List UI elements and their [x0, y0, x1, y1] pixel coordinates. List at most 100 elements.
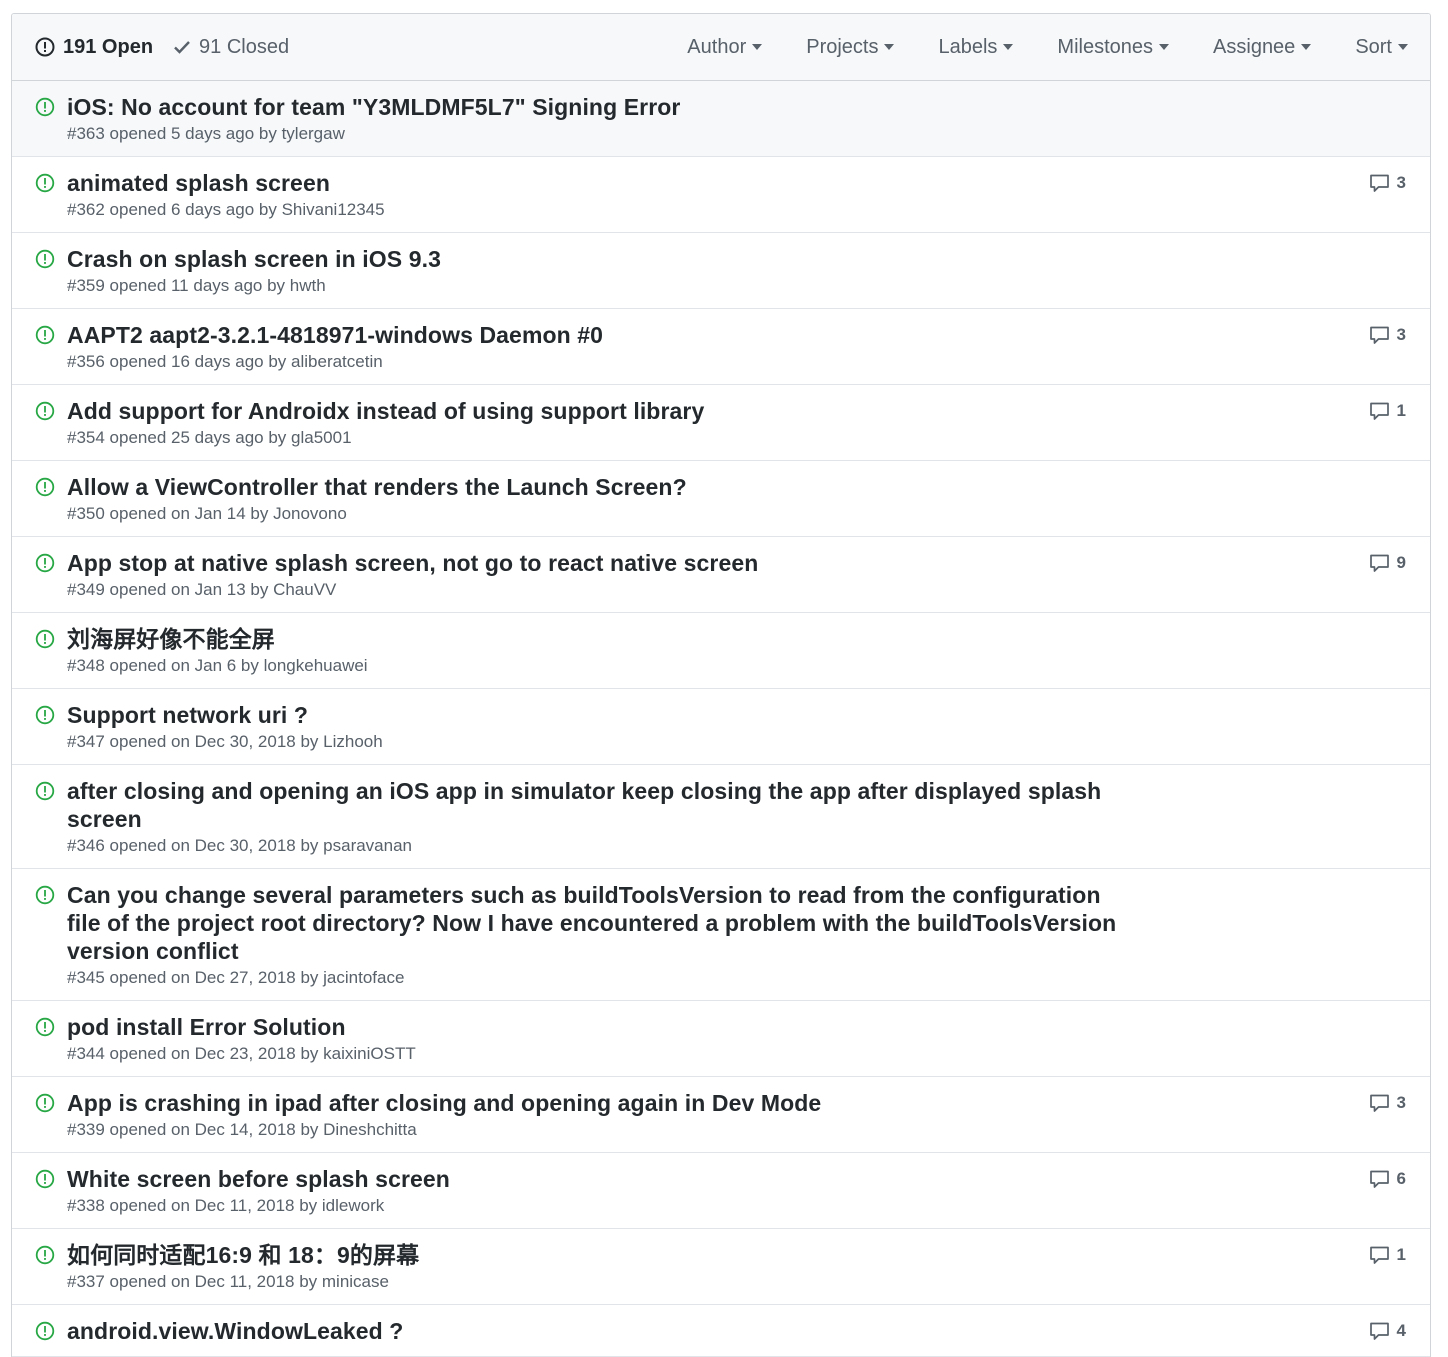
comments-link[interactable]: 3: [1369, 1093, 1406, 1113]
comments-link[interactable]: 6: [1369, 1169, 1406, 1189]
issue-opened-icon: [35, 249, 55, 269]
issue-meta: #339 opened on Dec 14, 2018 by Dineshchi…: [67, 1120, 417, 1139]
issue-main: animated splash screen #362 opened 6 days…: [67, 157, 1127, 232]
issue-main: AAPT2 aapt2-3.2.1-4818971-windows Daemon…: [67, 309, 1127, 384]
issue-meta: #349 opened on Jan 13 by ChauVV: [67, 580, 337, 599]
filter-assignee[interactable]: Assignee: [1213, 36, 1312, 59]
issue-title-link[interactable]: Support network uri ?: [67, 701, 1127, 729]
issue-main: Allow a ViewController that renders the …: [67, 461, 1127, 536]
issue-title-link[interactable]: pod install Error Solution: [67, 1013, 1127, 1041]
filter-labels[interactable]: Labels: [938, 35, 1014, 59]
filter-projects[interactable]: Projects: [806, 35, 895, 59]
issue-main: 如何同时适配16:9 和 18：9的屏幕 #337 opened on Dec 1…: [67, 1229, 1127, 1304]
issue-title-link[interactable]: android.view.WindowLeaked ?: [67, 1317, 1127, 1345]
issue-title-link[interactable]: Can you change several parameters such a…: [67, 881, 1127, 965]
comment-icon: [1369, 326, 1389, 344]
issue-title-link[interactable]: AAPT2 aapt2-3.2.1-4818971-windows Daemon…: [67, 321, 1127, 349]
issue-list: iOS: No account for team "Y3MLDMF5L7" Si…: [12, 81, 1430, 1357]
issue-meta: #344 opened on Dec 23, 2018 by kaixiniOS…: [67, 1044, 416, 1063]
issue-main: Crash on splash screen in iOS 9.3 #359 op…: [67, 233, 1127, 308]
comment-icon: [1369, 1246, 1389, 1264]
issue-opened-icon: [35, 1017, 55, 1037]
issue-main: iOS: No account for team "Y3MLDMF5L7" Si…: [67, 81, 1127, 156]
issue-opened-icon: [35, 629, 55, 649]
issue-title-link[interactable]: animated splash screen: [67, 169, 1127, 197]
filter-labels-label: Labels: [938, 35, 998, 58]
check-icon: [174, 41, 190, 54]
issue-opened-icon: [35, 401, 55, 421]
comment-count: 6: [1396, 1169, 1406, 1188]
closed-count-label: 91 Closed: [199, 35, 290, 58]
issue-title-link[interactable]: 刘海屏好像不能全屏: [67, 625, 1127, 653]
open-issues-link[interactable]: 191 Open: [35, 36, 153, 59]
issue-main: White screen before splash screen #338 op…: [67, 1153, 1127, 1228]
filter-milestones[interactable]: Milestones: [1057, 35, 1170, 59]
issue-title-link[interactable]: Crash on splash screen in iOS 9.3: [67, 245, 1127, 273]
issue-main: App stop at native splash screen, not go…: [67, 537, 1127, 612]
issue-main: Add support for Androidx instead of usin…: [67, 385, 1127, 460]
issue-opened-icon: [35, 1321, 55, 1341]
issue-meta: #348 opened on Jan 6 by longkehuawei: [67, 656, 368, 675]
issue-title-link[interactable]: Add support for Androidx instead of usin…: [67, 397, 1127, 425]
issue-main: 刘海屏好像不能全屏 #348 opened on Jan 6 by longkeh…: [67, 613, 1127, 688]
issue-row: Support network uri ? #347 opened on Dec …: [12, 689, 1430, 765]
issue-opened-icon: [35, 705, 55, 725]
issue-opened-icon: [35, 37, 55, 57]
filter-bar: Author Projects Labels Milestones Assign…: [643, 14, 1408, 80]
issue-main: Can you change several parameters such a…: [67, 869, 1127, 1000]
issue-title-link[interactable]: iOS: No account for team "Y3MLDMF5L7" Si…: [67, 93, 1127, 121]
comment-icon: [1369, 1094, 1389, 1112]
issue-row: White screen before splash screen #338 op…: [12, 1153, 1430, 1229]
comments-link[interactable]: 9: [1369, 553, 1406, 573]
comment-count: 3: [1396, 1093, 1406, 1112]
caret-down-icon: [1159, 44, 1170, 50]
issue-title-link[interactable]: White screen before splash screen: [67, 1165, 1127, 1193]
comments-link[interactable]: 3: [1369, 325, 1406, 345]
issue-title-link[interactable]: 如何同时适配16:9 和 18：9的屏幕: [67, 1241, 1127, 1269]
filter-projects-label: Projects: [806, 35, 879, 58]
comment-count: 1: [1396, 1245, 1406, 1264]
comment-icon: [1369, 1322, 1389, 1340]
filter-sort[interactable]: Sort: [1355, 36, 1408, 59]
issue-meta: #362 opened 6 days ago by Shivani12345: [67, 200, 385, 219]
caret-down-icon: [884, 44, 895, 50]
comments-link[interactable]: 1: [1369, 401, 1406, 421]
issue-opened-icon: [35, 781, 55, 801]
filter-milestones-label: Milestones: [1057, 35, 1154, 58]
issue-meta: #363 opened 5 days ago by tylergaw: [67, 124, 345, 143]
comment-count: 3: [1396, 173, 1406, 192]
issue-row: iOS: No account for team "Y3MLDMF5L7" Si…: [12, 81, 1430, 157]
issue-row: Crash on splash screen in iOS 9.3 #359 op…: [12, 233, 1430, 309]
issue-title-link[interactable]: after closing and opening an iOS app in …: [67, 777, 1127, 833]
issue-title-link[interactable]: Allow a ViewController that renders the …: [67, 473, 1127, 501]
filter-author-label: Author: [687, 35, 747, 58]
issue-row: Allow a ViewController that renders the …: [12, 461, 1430, 537]
issue-meta: #346 opened on Dec 30, 2018 by psaravana…: [67, 836, 412, 855]
issue-meta: #345 opened on Dec 27, 2018 by jacintofa…: [67, 968, 405, 987]
comments-link[interactable]: 4: [1369, 1321, 1406, 1341]
issue-meta: #338 opened on Dec 11, 2018 by idlework: [67, 1196, 385, 1215]
comment-icon: [1369, 554, 1389, 572]
caret-down-icon: [1003, 44, 1014, 50]
comments-link[interactable]: 3: [1369, 173, 1406, 193]
issue-opened-icon: [35, 325, 55, 345]
caret-down-icon: [752, 44, 763, 50]
issue-row: App stop at native splash screen, not go…: [12, 537, 1430, 613]
issue-opened-icon: [35, 477, 55, 497]
filter-author[interactable]: Author: [687, 35, 763, 59]
issue-main: Support network uri ? #347 opened on Dec …: [67, 689, 1127, 764]
issue-meta: #359 opened 11 days ago by hwth: [67, 276, 326, 295]
comments-link[interactable]: 1: [1369, 1245, 1406, 1265]
issue-opened-icon: [35, 1245, 55, 1265]
comment-count: 3: [1396, 325, 1406, 344]
issue-title-link[interactable]: App stop at native splash screen, not go…: [67, 549, 1127, 577]
issue-row: 刘海屏好像不能全屏 #348 opened on Jan 6 by longkeh…: [12, 613, 1430, 689]
issue-opened-icon: [35, 885, 55, 905]
filter-sort-label: Sort: [1355, 35, 1392, 58]
issue-meta: #347 opened on Dec 30, 2018 by Lizhooh: [67, 732, 383, 751]
closed-issues-link[interactable]: 91 Closed: [173, 36, 289, 59]
issue-row: Can you change several parameters such a…: [12, 869, 1430, 1001]
issue-main: pod install Error Solution #344 opened on…: [67, 1001, 1127, 1076]
issue-row: animated splash screen #362 opened 6 days…: [12, 157, 1430, 233]
issue-title-link[interactable]: App is crashing in ipad after closing an…: [67, 1089, 1127, 1117]
